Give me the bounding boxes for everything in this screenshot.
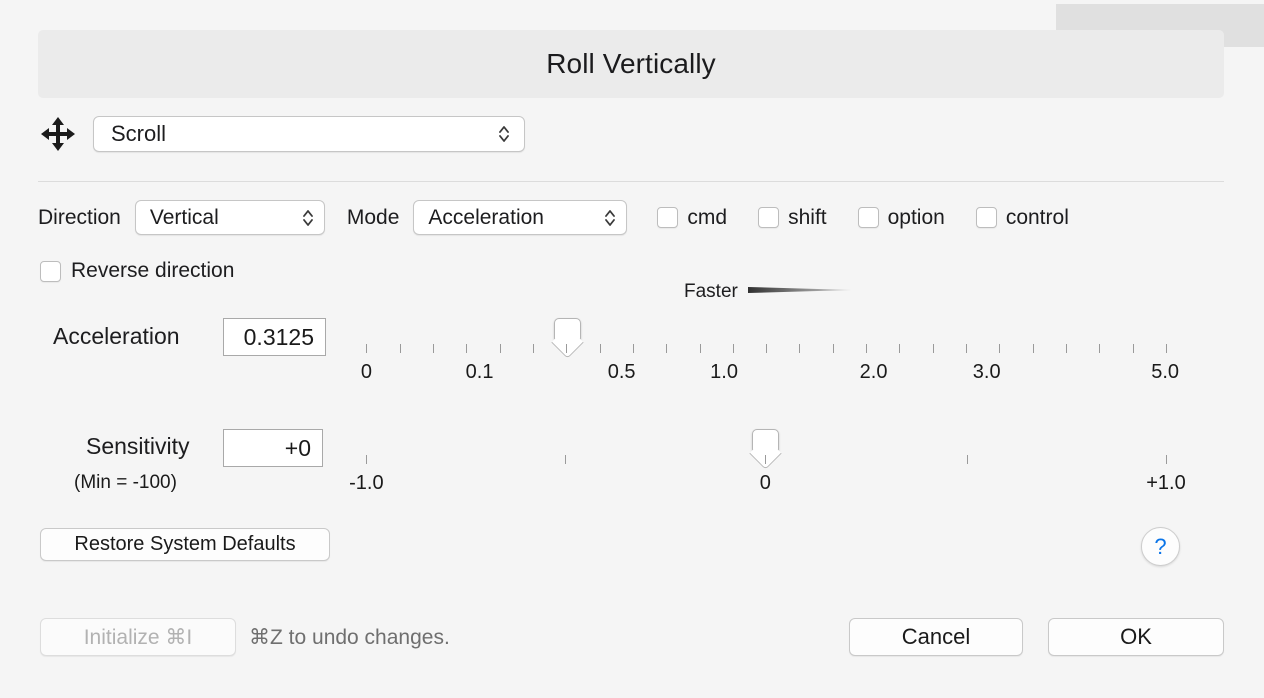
page-title: Roll Vertically [546,48,716,79]
reverse-direction-label: Reverse direction [71,259,235,282]
move-arrows-icon [38,114,78,154]
tick-label: 5.0 [1151,361,1180,383]
cancel-button[interactable]: Cancel [849,618,1023,656]
sensitivity-value-field[interactable]: +0 [223,429,323,467]
tick-label: 0.1 [465,361,494,383]
shift-label: shift [788,205,827,229]
tick-mark [366,344,368,353]
sensitivity-min-note: (Min = -100) [74,472,177,493]
control-label: control [1005,205,1069,229]
undo-hint-text: ⌘Z to undo changes. [249,626,450,649]
control-checkbox[interactable] [975,207,997,228]
tick-mark [966,344,968,353]
cmd-label: cmd [687,205,728,229]
faster-label: Faster [684,281,738,302]
tick-label: 0 [759,472,771,494]
tick-mark [1165,344,1167,353]
tick-mark [599,344,601,353]
sensitivity-slider-thumb[interactable] [752,429,780,451]
tick-mark [532,344,534,353]
initialize-button[interactable]: Initialize ⌘I [40,618,236,656]
sensitivity-label: Sensitivity [86,433,190,459]
tick-mark [632,344,634,353]
tick-mark [565,455,567,464]
action-row: Scroll [38,114,525,154]
modifier-cmd[interactable]: cmd [657,206,727,230]
tick-label: 1.0 [710,361,738,383]
acceleration-value-field[interactable]: 0.3125 [223,318,326,356]
mode-label: Mode [346,205,400,229]
tick-label: -1.0 [349,472,384,494]
tick-mark [932,344,934,353]
action-type-value: Scroll [111,121,167,146]
direction-label: Direction [38,205,121,229]
restore-system-defaults-button[interactable]: Restore System Defaults [40,528,330,561]
tick-mark [1132,344,1134,353]
reverse-direction-row[interactable]: Reverse direction [40,259,234,283]
tick-mark [966,455,968,464]
tick-label: 0 [360,361,372,383]
tick-label: 0.5 [607,361,636,383]
faster-indicator: Faster [684,281,853,303]
tick-mark [1165,455,1167,464]
tick-mark [999,344,1001,353]
tick-mark [899,344,901,353]
modifier-control[interactable]: control [975,205,1069,230]
reverse-direction-checkbox[interactable] [40,260,61,282]
modifier-keys-group: cmd shift option control [657,205,1069,230]
option-label: option [887,205,945,229]
tick-mark [1099,344,1101,353]
direction-dropdown[interactable]: Vertical [134,200,325,235]
dialog-header: Roll Vertically [38,30,1224,98]
ok-button[interactable]: OK [1048,618,1224,656]
acceleration-label: Acceleration [53,323,180,349]
tick-mark [499,344,501,353]
tick-label: +1.0 [1146,472,1186,494]
tick-label: 3.0 [972,361,1001,383]
chevron-updown-icon [602,205,618,231]
modifier-option[interactable]: option [857,205,945,230]
tick-mark [765,455,767,464]
section-divider [38,181,1224,182]
tick-mark [433,344,435,353]
direction-value: Vertical [149,205,219,229]
tick-mark [399,344,401,353]
tick-mark [666,344,668,353]
chevron-updown-icon [496,121,512,147]
speed-wedge-icon [747,283,853,301]
direction-mode-row: Direction Vertical Mode Acceleration cmd… [38,200,1069,235]
tick-mark [866,344,868,353]
tick-mark [699,344,701,353]
tick-mark [566,344,568,353]
mode-value: Acceleration [428,205,544,229]
tick-label: 2.0 [859,361,888,383]
tick-mark [1066,344,1067,353]
action-type-dropdown[interactable]: Scroll [93,116,525,152]
tick-mark [1032,344,1034,353]
tick-mark [832,344,834,353]
help-button[interactable]: ? [1141,527,1180,566]
tick-mark [766,344,768,353]
acceleration-slider-thumb[interactable] [554,318,582,340]
chevron-updown-icon [300,205,316,231]
modifier-shift[interactable]: shift [758,206,827,230]
option-checkbox[interactable] [857,207,879,228]
tick-mark [799,344,801,353]
shift-checkbox[interactable] [758,207,780,228]
cmd-checkbox[interactable] [657,207,679,228]
mode-dropdown[interactable]: Acceleration [413,200,628,235]
tick-mark [466,344,468,353]
tick-mark [366,455,368,464]
tick-mark [732,344,734,353]
